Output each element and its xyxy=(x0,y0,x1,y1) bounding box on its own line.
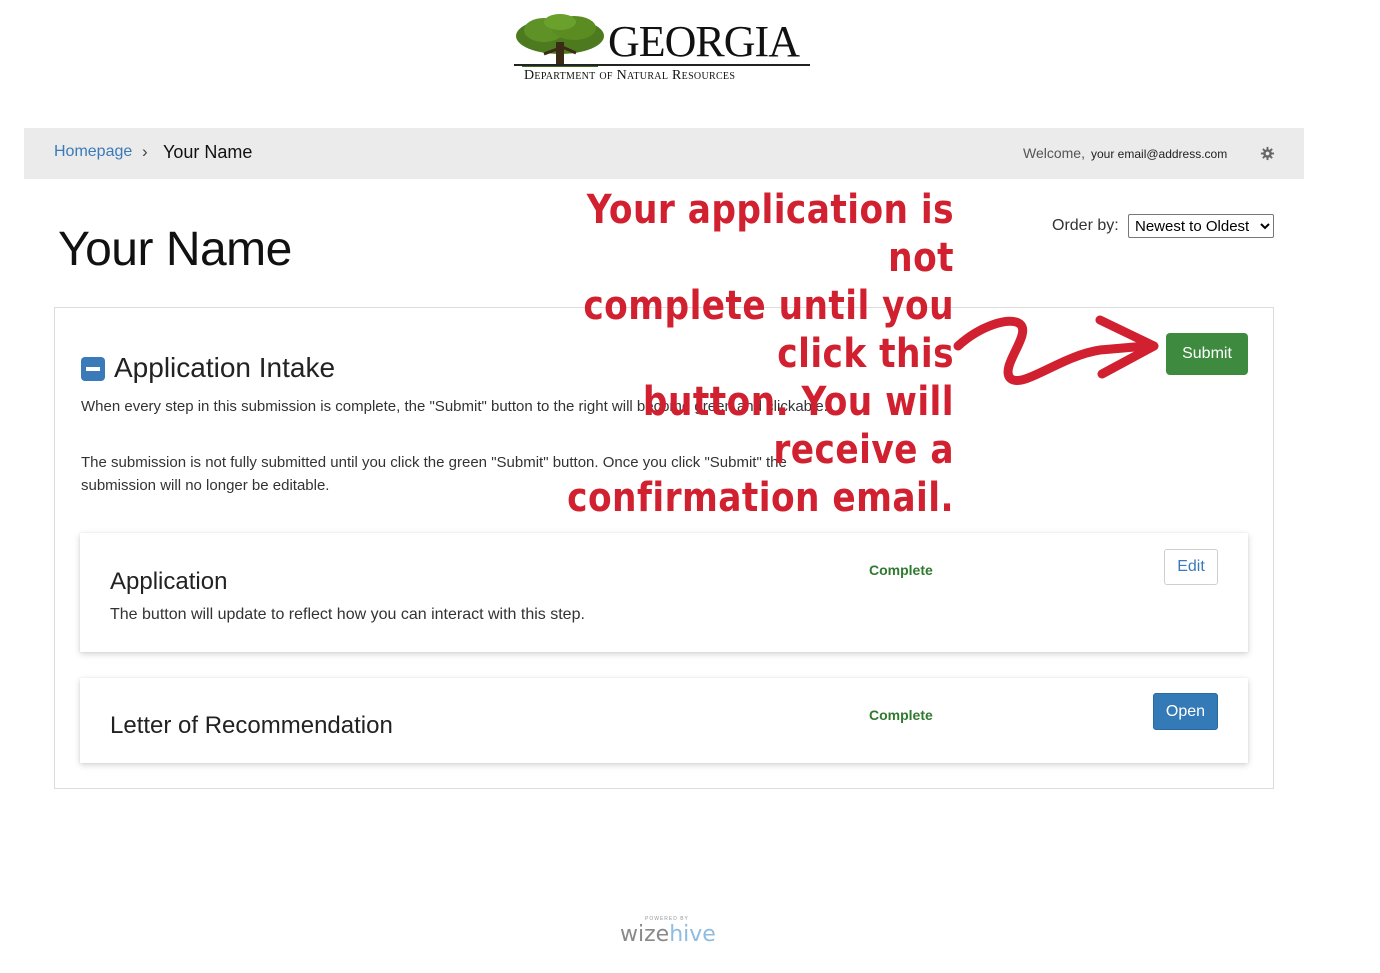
annotation-line: Your application is not xyxy=(586,187,954,281)
annotation-line: button. You will receive a xyxy=(642,379,954,473)
gear-icon[interactable] xyxy=(1260,146,1275,161)
logo-title: GEORGIA xyxy=(608,17,800,66)
wizehive-logo[interactable]: wizehive xyxy=(620,922,716,947)
red-arrow-icon xyxy=(953,315,1159,385)
page-title: Your Name xyxy=(58,223,292,276)
section-title: Application Intake xyxy=(114,352,336,383)
breadcrumb-separator: › xyxy=(142,142,148,161)
step-description: The button will update to reflect how yo… xyxy=(110,606,585,623)
order-by-label: Order by: xyxy=(1052,217,1119,234)
wizehive-logo-part: hive xyxy=(669,922,716,947)
order-by-select[interactable]: Newest to Oldest xyxy=(1128,214,1274,238)
step-status: Complete xyxy=(869,707,933,723)
breadcrumb-current: Your Name xyxy=(163,142,253,162)
breadcrumb-home-link[interactable]: Homepage xyxy=(54,143,132,161)
step-card-letter-of-recommendation: Letter of Recommendation Complete Open xyxy=(80,678,1248,763)
georgia-dnr-logo: GEORGIA Department of Natural Resources xyxy=(512,10,812,90)
logo-divider xyxy=(514,64,810,66)
edit-button[interactable]: Edit xyxy=(1164,549,1218,585)
open-button[interactable]: Open xyxy=(1153,693,1218,730)
welcome-text: Welcome, xyxy=(1023,145,1085,161)
annotation-callout: Your application is not complete until y… xyxy=(512,186,954,522)
step-card-application: Application The button will update to re… xyxy=(80,533,1248,652)
wizehive-logo-part: wize xyxy=(620,922,670,947)
annotation-line: complete until you click this xyxy=(583,283,954,377)
annotation-line: confirmation email. xyxy=(567,475,954,521)
step-status: Complete xyxy=(869,562,933,578)
oak-tree-icon xyxy=(516,14,604,67)
breadcrumb-bar: Homepage › Your Name Welcome, your email… xyxy=(24,128,1304,179)
step-title: Application xyxy=(110,568,228,595)
user-email[interactable]: your email@address.com xyxy=(1091,147,1227,161)
step-title: Letter of Recommendation xyxy=(110,712,393,739)
submit-button[interactable]: Submit xyxy=(1166,333,1248,375)
minus-square-icon[interactable] xyxy=(81,357,105,381)
logo-subtitle: Department of Natural Resources xyxy=(524,68,736,83)
